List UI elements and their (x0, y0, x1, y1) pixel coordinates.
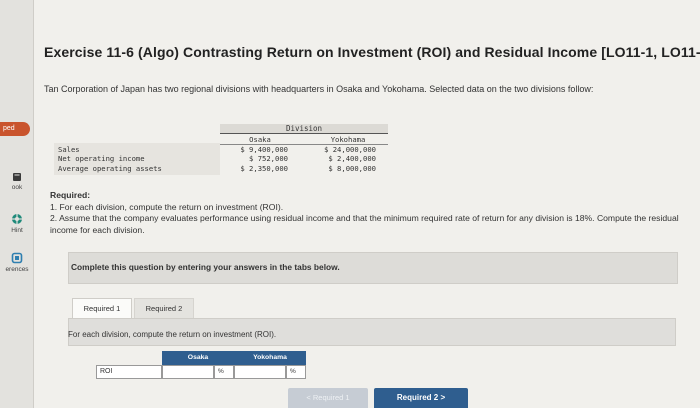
column-header-osaka: Osaka (249, 135, 271, 144)
panel-question-text: For each division, compute the return on… (68, 330, 277, 339)
exercise-intro: Tan Corporation of Japan has two regiona… (44, 84, 594, 94)
cell-osaka-noi: $ 752,000 (249, 154, 288, 163)
next-required-button[interactable]: Required 2 > (374, 388, 468, 408)
tab-required-1[interactable]: Required 1 (72, 298, 132, 318)
required-heading: Required: (50, 190, 91, 200)
percent-unit-yokohama: % (286, 365, 306, 379)
roi-column-header-osaka: Osaka (162, 351, 234, 365)
prev-required-button[interactable]: < Required 1 (288, 388, 368, 408)
cell-yokohama-noi: $ 2,400,000 (328, 154, 376, 163)
row-label-average-operating-assets: Average operating assets (58, 164, 162, 173)
references-icon (11, 252, 23, 264)
sidebar-item-label: Hint (11, 227, 23, 234)
sidebar-item-hint[interactable]: Hint (0, 213, 34, 234)
hint-icon (11, 213, 23, 225)
sidebar-status-badge: ped (0, 122, 30, 136)
exercise-title: Exercise 11-6 (Algo) Contrasting Return … (44, 44, 700, 60)
sidebar-item-references[interactable]: erences (0, 252, 34, 273)
column-header-yokohama: Yokohama (330, 135, 366, 144)
sidebar-item-ebook[interactable]: ook (0, 172, 34, 191)
tab-required-2[interactable]: Required 2 (134, 298, 194, 318)
cell-osaka-assets: $ 2,350,000 (240, 164, 288, 173)
book-icon (13, 173, 21, 181)
percent-unit-osaka: % (214, 365, 234, 379)
cell-yokohama-sales: $ 24,000,000 (324, 145, 376, 154)
division-group-header: Division (220, 124, 388, 134)
row-label-net-operating-income: Net operating income (58, 154, 145, 163)
cell-yokohama-assets: $ 8,000,000 (328, 164, 376, 173)
instruction-text: Complete this question by entering your … (71, 262, 340, 272)
cell-osaka-sales: $ 9,400,000 (240, 145, 288, 154)
roi-osaka-input[interactable] (162, 365, 214, 379)
sidebar-item-label: ook (11, 184, 23, 191)
left-sidebar: ped ook Hint erences (0, 0, 34, 408)
required-item-1: 1. For each division, compute the return… (50, 201, 284, 212)
sidebar-item-label: erences (5, 266, 29, 273)
roi-column-header-yokohama: Yokohama (234, 351, 306, 365)
required-section: Required: 1. For each division, compute … (50, 190, 690, 236)
roi-header-blank (96, 351, 162, 365)
required-item-2: 2. Assume that the company evaluates per… (50, 213, 679, 235)
roi-row-label: ROI (96, 365, 162, 379)
row-label-sales: Sales (58, 145, 80, 154)
roi-yokohama-input[interactable] (234, 365, 286, 379)
main-content: Exercise 11-6 (Algo) Contrasting Return … (34, 0, 700, 408)
